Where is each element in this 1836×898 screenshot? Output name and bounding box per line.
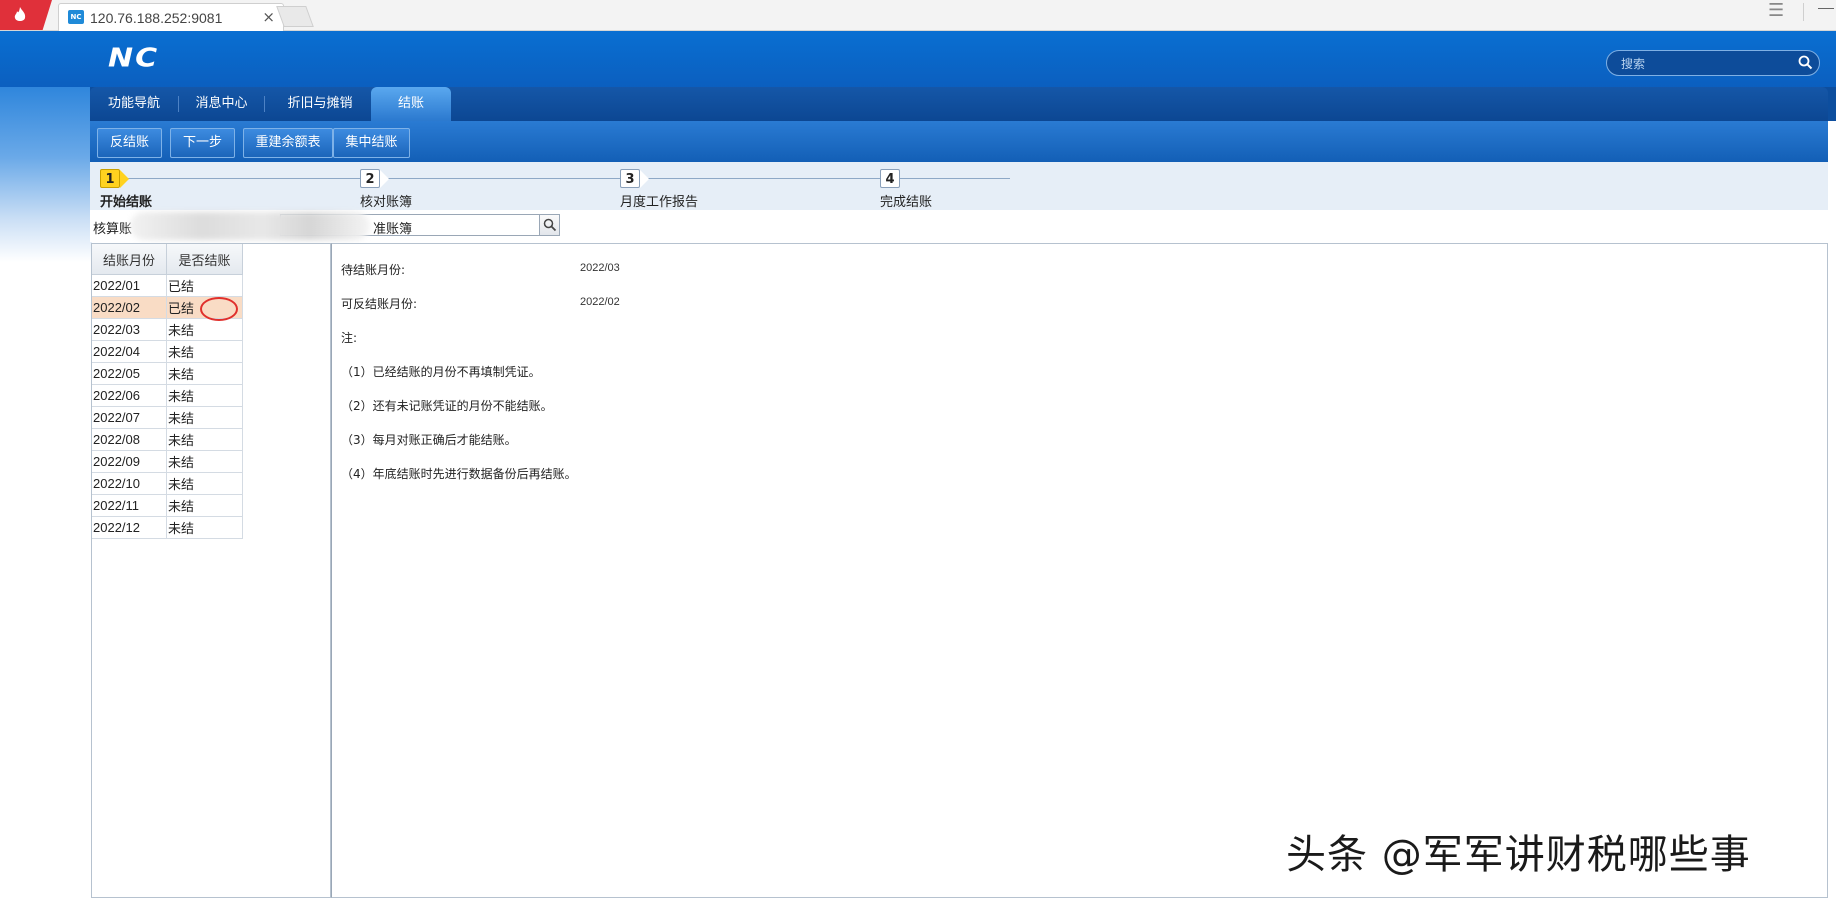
note-item: （4）年底结账时先进行数据备份后再结账。 xyxy=(341,467,577,481)
step-2-label: 核对账簿 xyxy=(360,195,413,210)
month-cell: 2022/02 xyxy=(92,296,167,319)
nc-favicon-icon: NC xyxy=(68,10,84,24)
table-row[interactable]: 2022/06 未结 xyxy=(92,384,243,407)
note-item: （2）还有未记账凭证的月份不能结账。 xyxy=(341,399,553,413)
tab-function-nav[interactable]: 功能导航 xyxy=(90,87,178,121)
background-glow xyxy=(0,87,92,262)
step-3-label: 月度工作报告 xyxy=(620,195,699,210)
table-row[interactable]: 2022/03 未结 xyxy=(92,318,243,341)
reversible-month-label: 可反结账月份: xyxy=(341,297,418,311)
browser-menu-icon[interactable]: ☰ xyxy=(1768,0,1784,21)
account-book-label: 核算账 xyxy=(93,222,133,237)
month-cell: 2022/09 xyxy=(92,450,167,473)
status-cell: 未结 xyxy=(166,384,243,407)
table-row[interactable]: 2022/12 未结 xyxy=(92,516,243,539)
step-1-number: 1 xyxy=(100,169,120,188)
table-row[interactable]: 2022/09 未结 xyxy=(92,450,243,473)
tab-close-icon[interactable]: × xyxy=(262,8,275,26)
tab-url: 120.76.188.252:9081 xyxy=(90,10,223,26)
status-cell: 未结 xyxy=(166,318,243,341)
reversible-month-value: 2022/02 xyxy=(580,296,620,308)
step-2-number: 2 xyxy=(360,169,380,188)
status-cell: 未结 xyxy=(166,406,243,429)
month-cell: 2022/10 xyxy=(92,472,167,495)
table-row[interactable]: 2022/11 未结 xyxy=(92,494,243,517)
tab-closing[interactable]: 结账 xyxy=(371,87,451,121)
nc-logo: NC xyxy=(108,43,160,74)
note-item: （1）已经结账的月份不再填制凭证。 xyxy=(341,365,541,379)
next-step-button[interactable]: 下一步 xyxy=(170,128,235,158)
table-row[interactable]: 2022/05 未结 xyxy=(92,362,243,385)
batch-close-button[interactable]: 集中结账 xyxy=(333,128,410,158)
table-row[interactable]: 2022/01 已结 xyxy=(92,274,243,297)
step-1-label: 开始结账 xyxy=(100,195,153,210)
step-2-arrow-icon xyxy=(380,170,389,188)
month-cell: 2022/05 xyxy=(92,362,167,385)
divider xyxy=(1803,3,1804,21)
app-header: NC xyxy=(0,31,1836,87)
status-cell: 未结 xyxy=(166,494,243,517)
status-cell: 已结 xyxy=(166,274,243,297)
flame-icon xyxy=(14,7,26,21)
step-wizard: 1 开始结账 2 核对账簿 3 月度工作报告 4 完成结账 xyxy=(90,162,1828,211)
month-table: 结账月份 是否结账 2022/01 已结 2022/02 已结 2022/03 未结 … xyxy=(92,244,243,539)
step-3-arrow-icon xyxy=(640,170,649,188)
step-3-number: 3 xyxy=(620,169,640,188)
minimize-icon[interactable] xyxy=(1818,8,1834,9)
module-tab-strip: 功能导航 消息中心 折旧与摊销 结账 xyxy=(90,87,1836,121)
table-row[interactable]: 2022/04 未结 xyxy=(92,340,243,363)
toolbar: 反结账 下一步 重建余额表 集中结账 xyxy=(90,121,1828,162)
step-connector xyxy=(110,178,1010,179)
month-cell: 2022/01 xyxy=(92,274,167,297)
search-icon[interactable] xyxy=(1798,55,1813,70)
redacted-area xyxy=(130,212,370,240)
month-cell: 2022/07 xyxy=(92,406,167,429)
tab-message-center[interactable]: 消息中心 xyxy=(179,87,264,121)
table-row[interactable]: 2022/10 未结 xyxy=(92,472,243,495)
status-cell: 未结 xyxy=(166,450,243,473)
status-cell: 未结 xyxy=(166,428,243,451)
watermark: 头条 @军军讲财税哪些事 xyxy=(1286,832,1751,878)
browser-tab[interactable]: NC 120.76.188.252:9081 × xyxy=(58,3,284,31)
search-box xyxy=(1606,50,1820,76)
month-table-panel: 结账月份 是否结账 2022/01 已结 2022/02 已结 2022/03 未结 … xyxy=(91,243,331,898)
status-cell: 未结 xyxy=(166,472,243,495)
note-title: 注: xyxy=(341,331,358,345)
account-book-lookup-button[interactable] xyxy=(539,214,560,236)
search-input[interactable] xyxy=(1619,54,1793,74)
month-cell: 2022/04 xyxy=(92,340,167,363)
step-4-number: 4 xyxy=(880,169,900,188)
browser-tab-bar: NC 120.76.188.252:9081 × ☰ xyxy=(0,0,1836,31)
month-cell: 2022/06 xyxy=(92,384,167,407)
magnifier-icon xyxy=(543,218,557,232)
month-cell: 2022/11 xyxy=(92,494,167,517)
month-cell: 2022/08 xyxy=(92,428,167,451)
step-1-arrow-icon xyxy=(120,170,129,188)
column-header-closed[interactable]: 是否结账 xyxy=(166,244,243,275)
pending-month-value: 2022/03 xyxy=(580,262,620,274)
status-cell: 未结 xyxy=(166,516,243,539)
closing-info-panel: 待结账月份: 2022/03 可反结账月份: 2022/02 注: （1）已经结… xyxy=(331,243,1828,898)
status-cell: 未结 xyxy=(166,362,243,385)
account-book-row: 核算账 准账簿 xyxy=(90,210,1828,242)
new-tab-button[interactable] xyxy=(276,6,314,27)
rebuild-balance-button[interactable]: 重建余额表 xyxy=(243,128,333,158)
column-header-month[interactable]: 结账月份 xyxy=(92,244,167,275)
table-row[interactable]: 2022/08 未结 xyxy=(92,428,243,451)
pending-month-label: 待结账月份: xyxy=(341,263,406,277)
annotation-circle xyxy=(200,297,238,321)
month-cell: 2022/12 xyxy=(92,516,167,539)
step-4-label: 完成结账 xyxy=(880,195,933,210)
unclose-button[interactable]: 反结账 xyxy=(97,128,162,158)
table-row[interactable]: 2022/07 未结 xyxy=(92,406,243,429)
status-cell: 未结 xyxy=(166,340,243,363)
month-cell: 2022/03 xyxy=(92,318,167,341)
browser-logo[interactable] xyxy=(0,0,52,30)
tab-depreciation[interactable]: 折旧与摊销 xyxy=(265,87,375,121)
note-item: （3）每月对账正确后才能结账。 xyxy=(341,433,517,447)
account-book-value: 准账簿 xyxy=(373,222,413,237)
